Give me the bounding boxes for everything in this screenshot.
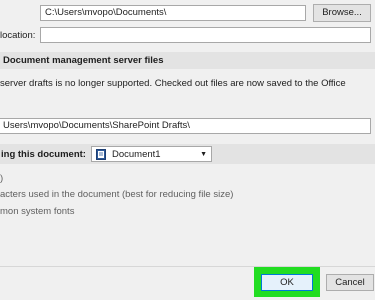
fidelity-section-header: ing this document: Document1 ▼ — [0, 144, 375, 164]
browse-button[interactable]: Browse... — [313, 4, 371, 22]
do-not-embed-common-fonts-option[interactable]: mon system fonts — [0, 206, 74, 217]
server-drafts-note: server drafts is no longer supported. Ch… — [0, 78, 346, 89]
location-label: location: — [0, 30, 36, 41]
embed-subset-option[interactable]: acters used in the document (best for re… — [0, 189, 233, 200]
cancel-button[interactable]: Cancel — [326, 274, 374, 291]
default-location-input[interactable]: C:\Users\mvopo\Documents\ — [40, 5, 306, 21]
option-fragment-1: ) — [0, 173, 4, 184]
ok-button[interactable]: OK — [261, 274, 313, 291]
fidelity-label: ing this document: — [1, 149, 86, 160]
server-files-section-header: Document management server files — [0, 52, 375, 69]
document-dropdown[interactable]: Document1 ▼ — [91, 146, 212, 162]
document-name: Document1 — [112, 149, 161, 160]
server-drafts-location-input[interactable]: Users\mvopo\Documents\SharePoint Drafts\ — [0, 118, 371, 134]
secondary-location-input[interactable] — [40, 27, 371, 43]
document-icon — [96, 149, 106, 163]
dropdown-arrow-icon[interactable]: ▼ — [200, 148, 207, 161]
